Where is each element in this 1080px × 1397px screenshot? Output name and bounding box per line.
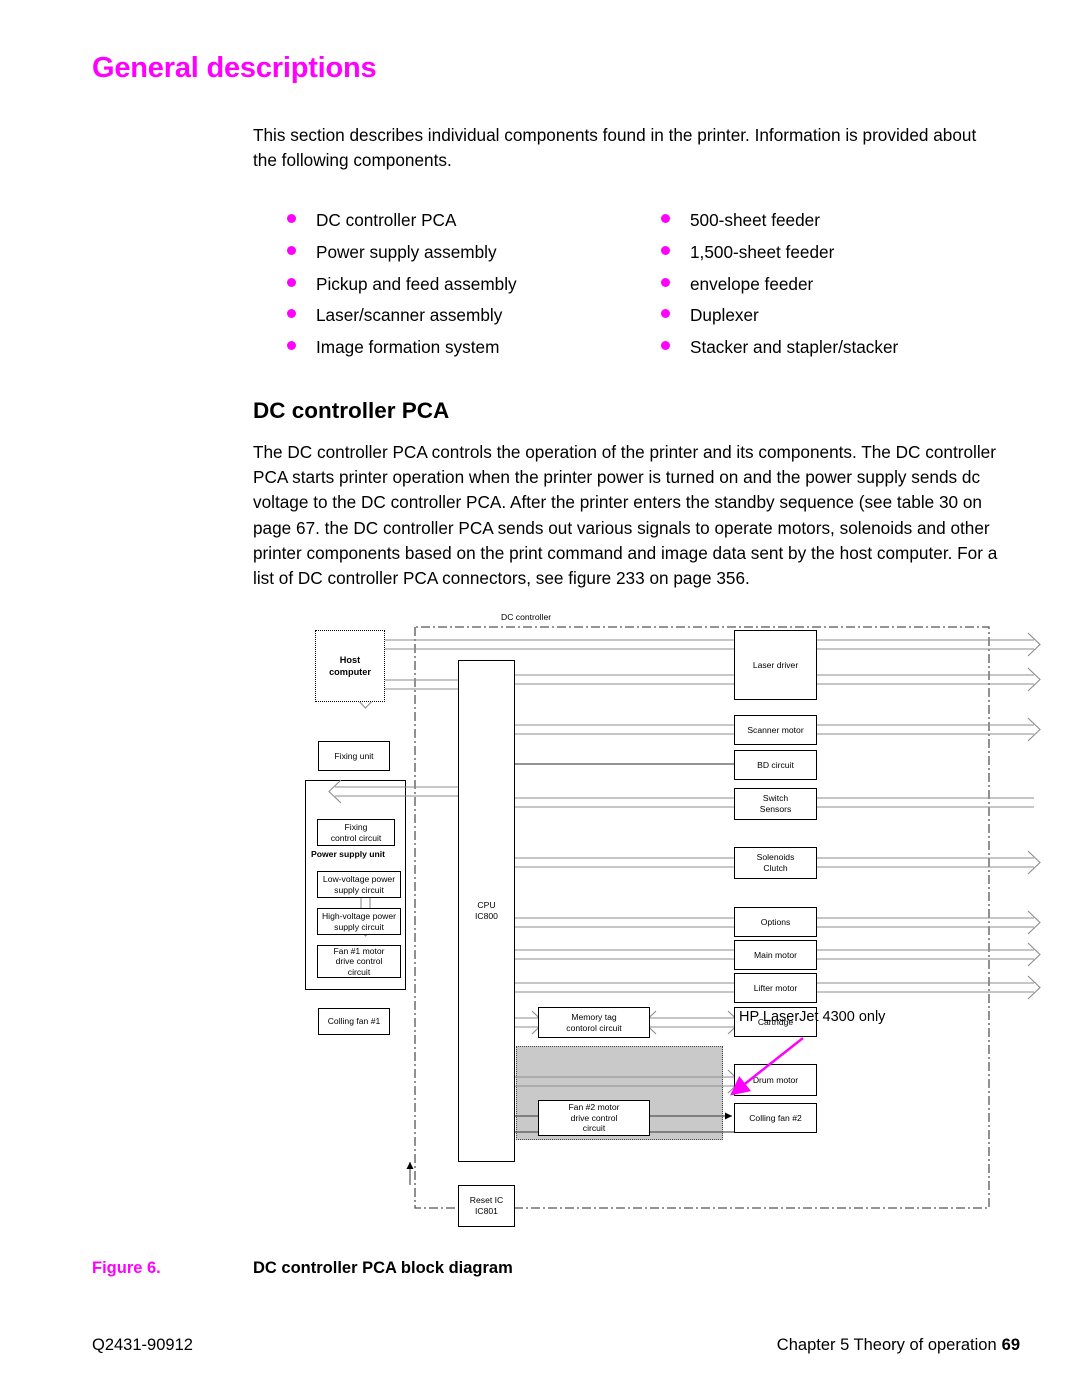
list-item: Pickup and feed assembly <box>286 272 517 304</box>
list-item-label: Pickup and feed assembly <box>316 273 517 294</box>
list-item-label: envelope feeder <box>690 273 814 294</box>
list-item: 500-sheet feeder <box>660 208 898 240</box>
list-item-label: Laser/scanner assembly <box>316 305 503 326</box>
bullet-dot-icon <box>287 277 296 287</box>
section-paragraph: The DC controller PCA controls the opera… <box>253 442 998 589</box>
list-item-label: Image formation system <box>316 337 500 358</box>
page-title: General descriptions <box>92 52 377 84</box>
dc-controller-block-diagram: DC controller Host computer CPU IC800 Re… <box>295 600 1041 1240</box>
list-item: Stacker and stapler/stacker <box>660 335 898 367</box>
section-heading: DC controller PCA <box>253 398 450 423</box>
list-item: envelope feeder <box>660 272 898 304</box>
bullet-dot-icon <box>287 245 296 255</box>
bullet-dot-icon <box>287 214 296 223</box>
bullet-dot-icon <box>661 245 670 255</box>
hp-4300-callout-arrow-icon <box>730 1037 804 1096</box>
bullet-dot-icon <box>661 214 670 223</box>
bullet-column-left: DC controller PCA Power supply assembly … <box>286 208 517 367</box>
bullet-dot-icon <box>661 341 670 351</box>
list-item-label: Duplexer <box>690 305 759 326</box>
list-item-label: 1,500-sheet feeder <box>690 241 835 262</box>
bullet-dot-icon <box>287 309 296 319</box>
list-item: DC controller PCA <box>286 208 517 240</box>
list-item: Laser/scanner assembly <box>286 303 517 335</box>
bullet-column-right: 500-sheet feeder 1,500-sheet feeder enve… <box>660 208 898 367</box>
figure-caption-text: DC controller PCA block diagram <box>253 1259 513 1277</box>
list-item: 1,500-sheet feeder <box>660 240 898 272</box>
intro-paragraph: This section describes individual compon… <box>253 125 977 170</box>
list-item-label: Stacker and stapler/stacker <box>690 337 899 358</box>
list-item-label: DC controller PCA <box>316 210 457 230</box>
list-item: Image formation system <box>286 335 517 367</box>
footer-chapter-label: Chapter 5 Theory of operation <box>776 1336 997 1354</box>
list-item: Duplexer <box>660 303 898 335</box>
footer-chapter: Chapter 5 Theory of operation 69 <box>777 1336 1020 1355</box>
bullet-dot-icon <box>661 309 670 319</box>
footer-page-number: 69 <box>1001 1336 1020 1354</box>
bullet-dot-icon <box>287 341 296 351</box>
footer-part-number: Q2431-90912 <box>92 1336 193 1354</box>
figure-caption-number: Figure 6. <box>92 1259 161 1277</box>
list-item-label: 500-sheet feeder <box>690 210 820 230</box>
bullet-dot-icon <box>661 277 670 287</box>
list-item: Power supply assembly <box>286 240 517 272</box>
list-item-label: Power supply assembly <box>316 241 497 262</box>
